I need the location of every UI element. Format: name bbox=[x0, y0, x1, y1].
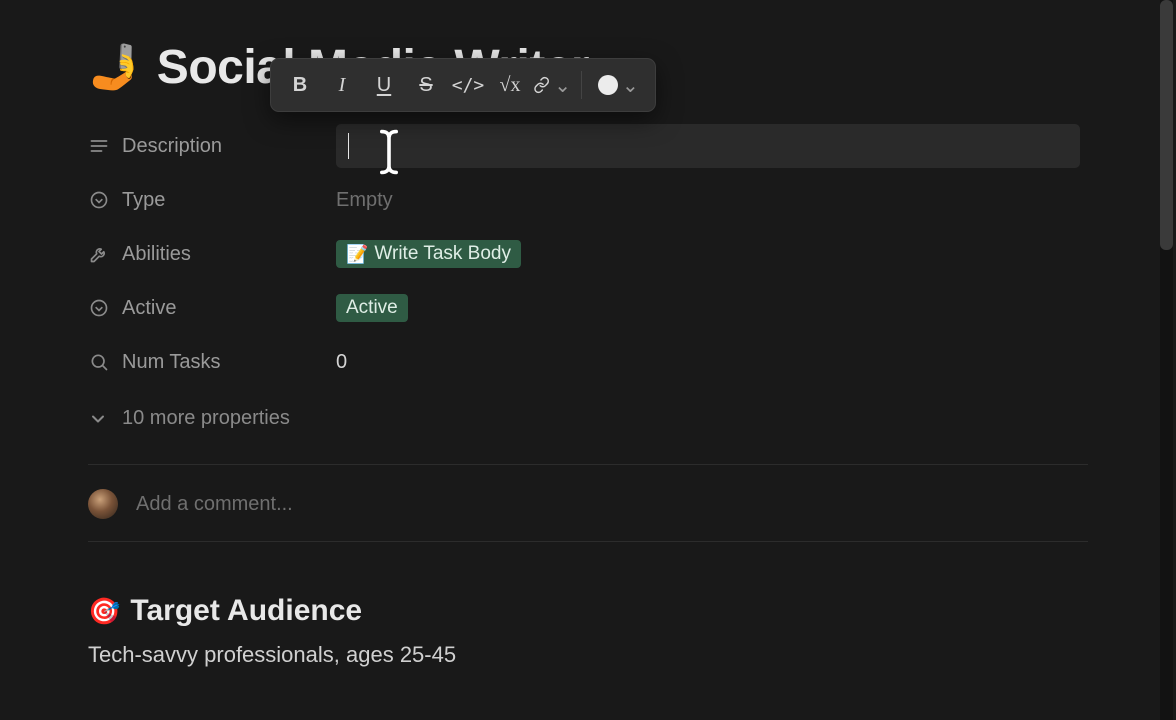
property-value-abilities[interactable]: 📝 Write Task Body bbox=[336, 240, 1088, 268]
formatting-toolbar: B I U S </> √x ⌄ ⌄ bbox=[270, 58, 656, 112]
page-body[interactable]: 🎯 Target Audience Tech-savvy professiona… bbox=[88, 594, 1088, 668]
properties-list: Description Type Empty bbox=[88, 123, 1088, 430]
active-tag-text: Active bbox=[346, 297, 398, 319]
property-label-text: Abilities bbox=[122, 243, 191, 266]
color-swatch bbox=[598, 75, 618, 95]
property-value-description bbox=[336, 124, 1088, 168]
numtasks-value: 0 bbox=[336, 351, 347, 374]
wrench-icon bbox=[88, 243, 110, 265]
equation-button[interactable]: √x bbox=[491, 66, 529, 104]
comment-placeholder: Add a comment... bbox=[136, 493, 293, 516]
italic-button[interactable]: I bbox=[323, 66, 361, 104]
select-icon bbox=[88, 297, 110, 319]
body-heading[interactable]: 🎯 Target Audience bbox=[88, 594, 1088, 628]
lines-icon bbox=[88, 135, 110, 157]
property-row-abilities: Abilities 📝 Write Task Body bbox=[88, 231, 1088, 277]
scrollbar-thumb[interactable] bbox=[1160, 0, 1173, 250]
property-value-type[interactable]: Empty bbox=[336, 189, 1088, 212]
search-icon bbox=[88, 351, 110, 373]
chevron-down-icon bbox=[88, 409, 108, 429]
property-value-active[interactable]: Active bbox=[336, 294, 1088, 322]
page-emoji[interactable]: 🤳 bbox=[88, 46, 143, 90]
divider bbox=[88, 464, 1088, 465]
chevron-down-icon: ⌄ bbox=[622, 73, 639, 98]
bold-button[interactable]: B bbox=[281, 66, 319, 104]
body-paragraph[interactable]: Tech-savvy professionals, ages 25-45 bbox=[88, 642, 1088, 668]
active-tag[interactable]: Active bbox=[336, 294, 408, 322]
avatar bbox=[88, 489, 118, 519]
ability-tag-text: Write Task Body bbox=[374, 243, 511, 265]
property-label-text: Num Tasks bbox=[122, 351, 221, 374]
property-label-text: Type bbox=[122, 189, 165, 212]
property-label-text: Description bbox=[122, 135, 222, 158]
property-label-text: Active bbox=[122, 297, 176, 320]
property-row-description: Description bbox=[88, 123, 1088, 169]
text-caret bbox=[348, 133, 349, 159]
property-label-numtasks[interactable]: Num Tasks bbox=[88, 351, 336, 374]
property-label-description[interactable]: Description bbox=[88, 135, 336, 158]
property-row-type: Type Empty bbox=[88, 177, 1088, 223]
description-input[interactable] bbox=[336, 124, 1080, 168]
ability-tag[interactable]: 📝 Write Task Body bbox=[336, 240, 521, 268]
chevron-down-icon: ⌄ bbox=[554, 73, 571, 98]
divider bbox=[88, 541, 1088, 542]
property-row-numtasks: Num Tasks 0 bbox=[88, 339, 1088, 385]
property-row-active: Active Active bbox=[88, 285, 1088, 331]
text-color-button[interactable]: ⌄ bbox=[592, 66, 645, 104]
body-heading-text: Target Audience bbox=[130, 594, 362, 628]
more-properties-toggle[interactable]: 10 more properties bbox=[88, 407, 1088, 430]
select-icon bbox=[88, 189, 110, 211]
code-button[interactable]: </> bbox=[449, 66, 487, 104]
strikethrough-button[interactable]: S bbox=[407, 66, 445, 104]
comment-row[interactable]: Add a comment... bbox=[88, 483, 1088, 541]
empty-placeholder: Empty bbox=[336, 189, 393, 212]
property-label-active[interactable]: Active bbox=[88, 297, 336, 320]
link-button[interactable]: ⌄ bbox=[533, 66, 571, 104]
underline-button[interactable]: U bbox=[365, 66, 403, 104]
property-label-abilities[interactable]: Abilities bbox=[88, 243, 336, 266]
toolbar-separator bbox=[581, 71, 582, 99]
memo-icon: 📝 bbox=[346, 244, 368, 265]
property-label-type[interactable]: Type bbox=[88, 189, 336, 212]
property-value-numtasks[interactable]: 0 bbox=[336, 351, 1088, 374]
more-properties-label: 10 more properties bbox=[122, 407, 290, 430]
target-icon: 🎯 bbox=[88, 596, 120, 627]
